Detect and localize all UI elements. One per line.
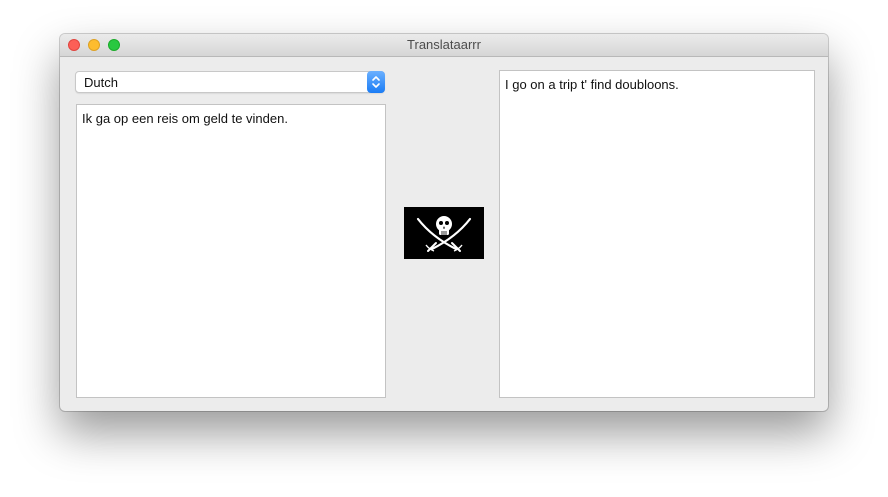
language-select-value: Dutch: [84, 75, 118, 90]
title-bar[interactable]: Translataarrr: [60, 34, 828, 57]
app-window: Translataarrr Dutch Ik ga op een reis om…: [60, 34, 828, 411]
translated-text-area[interactable]: I go on a trip t' find doubloons.: [499, 70, 815, 398]
jolly-roger-icon[interactable]: [404, 207, 484, 259]
select-arrows-icon[interactable]: [367, 71, 385, 93]
source-text-area[interactable]: Ik ga op een reis om geld te vinden.: [76, 104, 386, 398]
window-title: Translataarrr: [407, 37, 481, 52]
language-select[interactable]: Dutch: [75, 71, 385, 93]
